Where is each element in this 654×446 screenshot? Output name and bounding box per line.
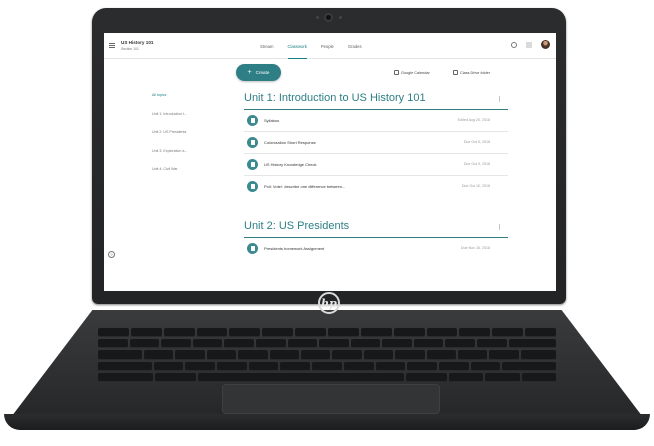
- sidebar-item-unit-1[interactable]: Unit 1: Introduction t...: [152, 112, 212, 131]
- item-date: Due Oct 10, 2018: [461, 184, 490, 188]
- list-item[interactable]: US History Knowledge Check Due Oct 9, 20…: [244, 154, 508, 176]
- tab-people[interactable]: People: [321, 33, 334, 59]
- assignment-icon: [247, 137, 258, 148]
- keyboard: [98, 328, 556, 382]
- item-title: Presidents homework Assignment: [264, 246, 325, 251]
- google-calendar-label: Google Calendar: [401, 70, 430, 75]
- apps-grid-icon[interactable]: [526, 41, 532, 48]
- folder-icon: [453, 70, 458, 75]
- create-button-label: Create: [255, 70, 270, 75]
- assignment-icon: [247, 243, 258, 254]
- top-icons: [511, 40, 550, 49]
- topic-title[interactable]: Unit 1: Introduction to US History 101: [244, 92, 426, 104]
- topic-section: Unit 1: Introduction to US History 101 S…: [244, 88, 508, 198]
- topic-section: Unit 2: US Presidents Presidents homewor…: [244, 216, 508, 260]
- item-date: Due Oct 9, 2018: [463, 162, 490, 166]
- hp-logo: hp: [318, 292, 340, 314]
- assignment-icon: [247, 115, 258, 126]
- sidebar-item-all-topics[interactable]: All topics: [152, 93, 212, 112]
- assignment-icon: [247, 181, 258, 192]
- help-icon[interactable]: ?: [108, 251, 115, 258]
- tab-bar: Stream Classwork People Grades: [260, 33, 362, 59]
- item-title: US History Knowledge Check: [264, 162, 317, 167]
- laptop-base-edge: [4, 414, 650, 430]
- item-title: Syllabus: [264, 118, 280, 123]
- item-date: Due Oct 5, 2018: [463, 140, 490, 144]
- calendar-icon: [394, 70, 399, 75]
- sidebar-item-unit-2[interactable]: Unit 2: US Presidents: [152, 130, 212, 149]
- class-title[interactable]: US History 101: [121, 40, 153, 45]
- topic-header: Unit 2: US Presidents: [244, 216, 508, 238]
- webcam: [324, 13, 333, 22]
- item-title: Colonization Short Response: [264, 140, 316, 145]
- item-date: Edited Aug 20, 2018: [457, 118, 490, 122]
- sidebar-item-unit-4[interactable]: Unit 4: Civil War: [152, 167, 212, 186]
- topic-header: Unit 1: Introduction to US History 101: [244, 88, 508, 110]
- list-item[interactable]: Presidents homework Assignment Due Nov 1…: [244, 238, 508, 260]
- laptop-screen: US History 101 Section 101 Stream Classw…: [104, 33, 556, 291]
- trackpad: [222, 384, 440, 414]
- tab-classwork[interactable]: Classwork: [287, 33, 307, 59]
- top-app-bar: US History 101 Section 101 Stream Classw…: [104, 33, 556, 59]
- list-item[interactable]: Colonization Short Response Due Oct 5, 2…: [244, 132, 508, 154]
- gear-icon[interactable]: [511, 41, 517, 48]
- assignment-icon: [247, 159, 258, 170]
- list-item[interactable]: Poll: Vote!: describe one difference bet…: [244, 176, 508, 198]
- create-button[interactable]: + Create: [236, 64, 281, 81]
- sidebar-item-unit-3[interactable]: Unit 3: Exploration a...: [152, 149, 212, 168]
- topic-title[interactable]: Unit 2: US Presidents: [244, 220, 349, 232]
- topic-sidebar: All topics Unit 1: Introduction t... Uni…: [152, 93, 212, 186]
- avatar[interactable]: [541, 40, 550, 49]
- class-drive-folder-link[interactable]: Class Drive folder: [453, 70, 490, 75]
- camera-sensor: [316, 16, 319, 19]
- plus-icon: +: [247, 69, 252, 76]
- class-drive-folder-label: Class Drive folder: [460, 70, 490, 75]
- list-item[interactable]: Syllabus Edited Aug 20, 2018: [244, 110, 508, 132]
- tab-grades[interactable]: Grades: [348, 33, 362, 59]
- class-section: Section 101: [121, 47, 139, 51]
- item-title: Poll: Vote!: describe one difference bet…: [264, 184, 346, 189]
- hamburger-menu-icon[interactable]: [109, 43, 115, 48]
- item-date: Due Nov 16, 2018: [461, 246, 490, 250]
- more-options-icon[interactable]: [498, 96, 500, 102]
- tab-stream[interactable]: Stream: [260, 33, 274, 59]
- more-options-icon[interactable]: [498, 224, 500, 230]
- google-calendar-link[interactable]: Google Calendar: [394, 70, 430, 75]
- camera-sensor: [339, 16, 342, 19]
